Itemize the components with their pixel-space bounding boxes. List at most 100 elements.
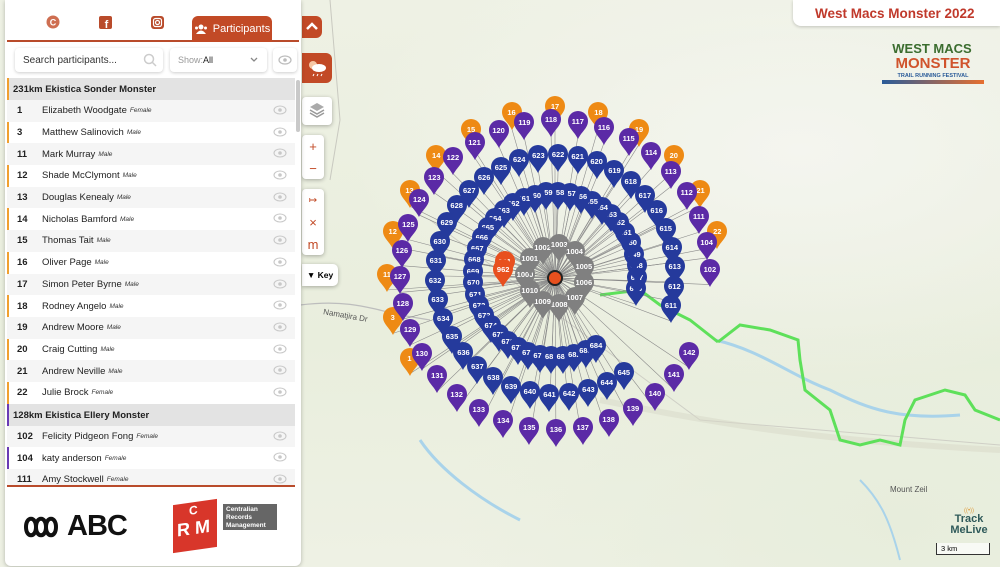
participant-marker[interactable]: 128 [392,293,414,322]
tab-instagram[interactable] [149,14,165,30]
participant-marker[interactable]: 645 [613,362,635,391]
participant-marker[interactable]: 117 [567,110,589,140]
participant-row[interactable]: 21 Andrew Neville Male [7,360,295,382]
eye-icon[interactable] [273,278,287,289]
units-button[interactable]: m [302,233,324,255]
eye-icon[interactable] [273,213,287,223]
participant-marker[interactable]: 115 [618,127,640,157]
eye-icon[interactable] [273,170,287,180]
eye-icon[interactable] [273,452,287,462]
participant-row[interactable]: 13 Douglas Kenealy Male [7,186,295,209]
participant-row[interactable]: 14 Nicholas Bamford Male [7,208,295,230]
participant-marker[interactable]: 102 [699,258,721,288]
eye-icon[interactable] [273,431,287,441]
participant-marker[interactable]: 684 [585,335,607,364]
participant-marker[interactable]: 1010 [519,280,541,309]
participant-row[interactable]: 1 Elizabeth Woodgate Female [7,100,295,122]
list-scrollbar[interactable] [296,80,300,132]
participant-marker[interactable]: 621 [567,146,589,175]
group-header[interactable]: 231km Ekistica Sonder Monster [7,78,295,100]
participant-name: Douglas Kenealy [42,192,114,204]
participant-marker[interactable]: 113 [660,160,682,190]
participant-marker[interactable]: 114 [640,142,662,171]
marker-label: 623 [532,151,545,161]
layers-button[interactable] [302,97,332,125]
participant-marker[interactable]: 104 [696,231,718,261]
participant-row[interactable]: 18 Rodney Angelo Male [7,295,295,317]
participant-row[interactable]: 15 Thomas Tait Male [7,230,295,252]
marker-label: 129 [403,325,417,334]
eye-icon[interactable] [273,257,287,267]
participant-marker[interactable]: 139 [622,397,644,427]
eye-icon[interactable] [273,474,287,484]
eye-icon[interactable] [273,192,287,202]
tab-copyright[interactable]: C [45,14,61,30]
zoom-out-button[interactable]: − [302,157,324,179]
participant-marker[interactable]: 136 [545,418,567,448]
marker-label: 633 [431,295,444,305]
participants-list[interactable]: 231km Ekistica Sonder Monster 1 Elizabeth … [7,78,295,487]
tab-facebook[interactable]: f [97,14,113,30]
participant-number: 12 [17,170,28,182]
collapse-panel-button[interactable] [302,16,322,38]
participant-marker[interactable]: 138 [598,409,620,438]
participant-marker[interactable]: 135 [518,416,540,446]
eye-icon[interactable] [273,148,287,158]
show-select[interactable]: Show:All [170,48,267,72]
eye-icon[interactable] [273,344,287,354]
participant-row[interactable]: 17 Simon Peter Byrne Male [7,273,295,296]
marker-label: 628 [450,201,463,211]
weather-button[interactable] [302,53,332,83]
zoom-in-button[interactable]: + [302,135,324,157]
participant-row[interactable]: 12 Shade McClymont Male [7,165,295,187]
participant-marker[interactable]: 121 [464,131,486,161]
participant-marker[interactable]: 120 [488,119,510,149]
weather-icon [309,61,326,77]
eye-icon[interactable] [273,387,287,397]
eye-icon[interactable] [273,127,287,137]
participant-marker[interactable]: 125 [397,213,419,243]
tab-participants[interactable]: Participants [192,16,272,42]
participant-marker[interactable]: 133 [468,398,490,428]
participant-row[interactable]: 20 Craig Cutting Male [7,339,295,361]
participant-row[interactable]: 111 Amy Stockwell Female [7,469,295,485]
participant-marker[interactable]: 623 [527,145,549,174]
participant-marker[interactable]: 119 [513,112,535,141]
eye-icon[interactable] [273,365,287,375]
participant-row[interactable]: 102 Felicity Pidgeon Fong Female [7,425,295,448]
participant-row[interactable]: 104 katy anderson Female [7,447,295,469]
svg-text:C: C [50,18,57,28]
participant-row[interactable]: 16 Oliver Page Male [7,252,295,274]
marker-label: 121 [468,137,481,147]
participant-marker[interactable]: 126 [391,239,413,269]
eye-icon[interactable] [273,105,287,115]
participant-name: Nicholas Bamford [42,213,117,225]
participant-row[interactable]: 11 Mark Murray Male [7,143,295,166]
participant-number: 11 [17,148,28,160]
participant-marker[interactable]: 116 [593,116,615,146]
key-button[interactable]: ▼ Key [302,264,338,286]
participant-marker[interactable]: 118 [540,109,562,138]
clear-measure-button[interactable]: × [302,211,324,233]
participant-marker[interactable]: 132 [446,383,468,413]
participant-marker[interactable]: 137 [572,416,594,446]
eye-icon[interactable] [273,300,287,310]
participant-row[interactable]: 22 Julie Brock Female [7,382,295,404]
participant-number: 1 [17,105,23,117]
participant-row[interactable]: 3 Matthew Salinovich Male [7,122,295,144]
toggle-visibility-button[interactable] [273,48,297,72]
measure-button[interactable]: ↦ [302,189,324,211]
participant-marker[interactable]: 962 [492,259,514,288]
eye-icon[interactable] [273,322,287,332]
participant-marker[interactable]: 142 [678,341,700,371]
search-input[interactable]: Search participants... [15,48,163,72]
participant-row[interactable]: 19 Andrew Moore Male [7,316,295,339]
group-header[interactable]: 128km Ekistica Ellery Monster [7,403,295,426]
participant-marker[interactable]: 620 [586,151,608,180]
marker-label: 118 [545,115,558,125]
eye-icon[interactable] [273,235,287,245]
participant-marker[interactable]: 127 [389,266,411,295]
participant-marker[interactable]: 622 [547,144,569,173]
participant-marker[interactable]: 134 [492,410,514,439]
participant-name: Oliver Page [42,257,92,269]
